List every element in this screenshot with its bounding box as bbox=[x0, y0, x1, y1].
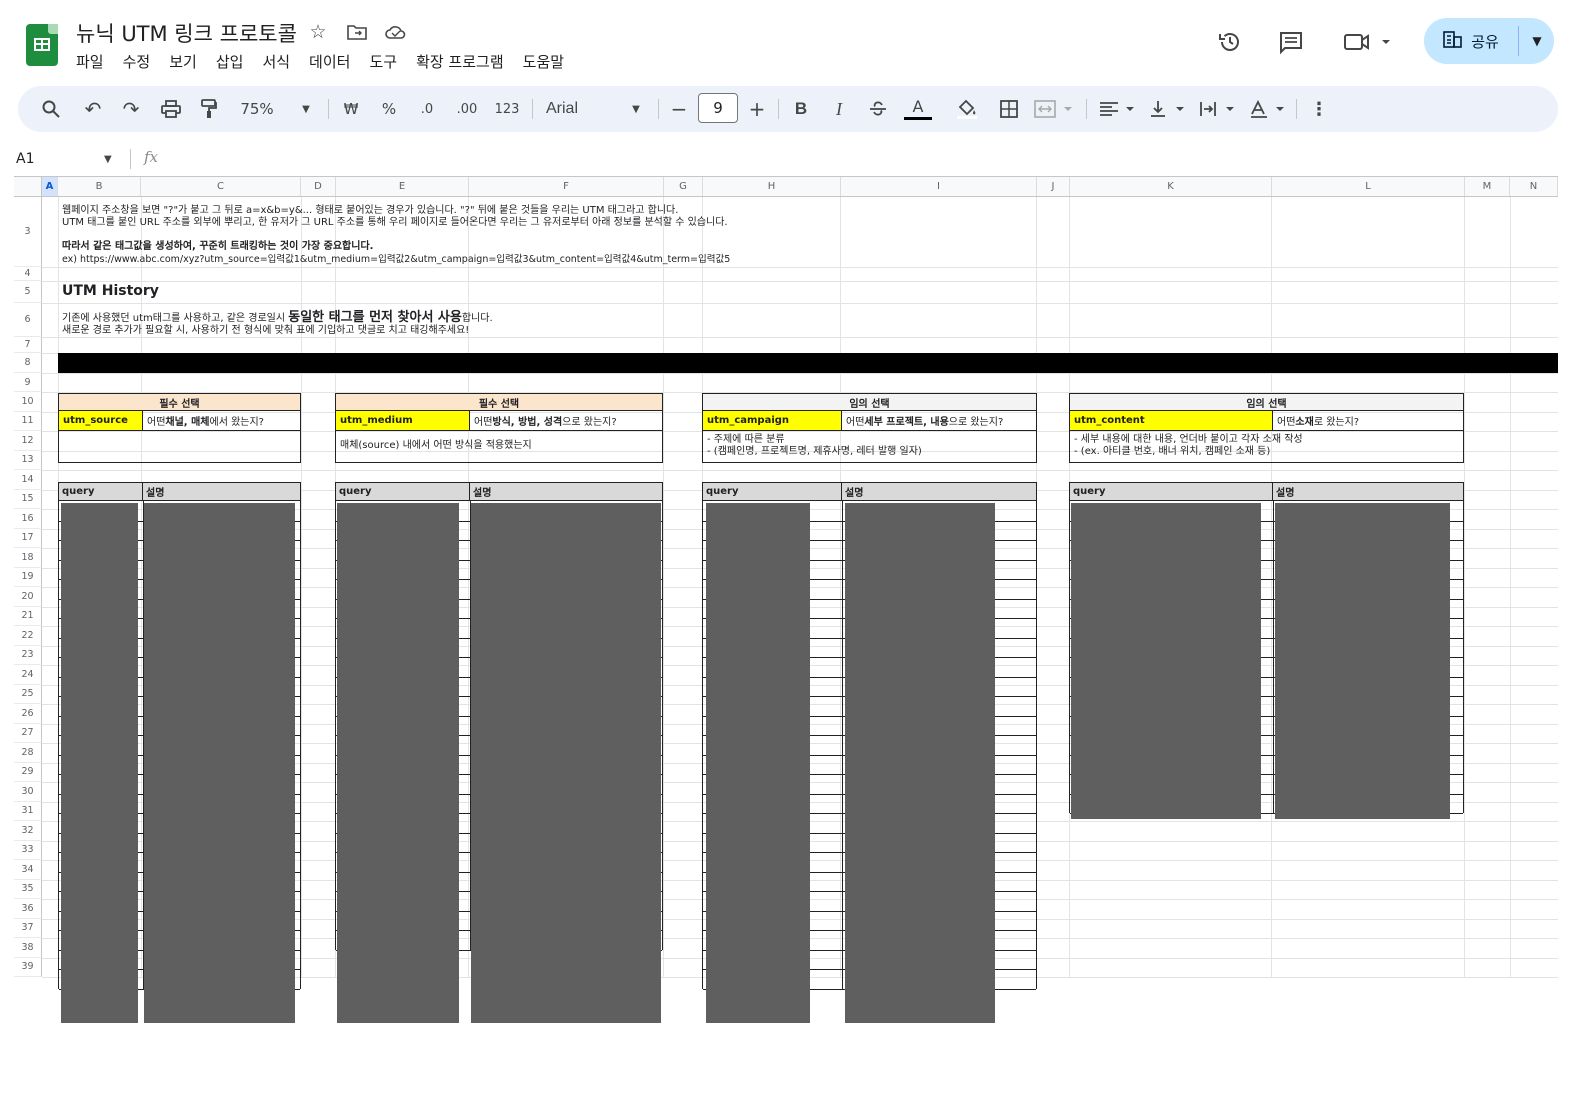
medium-desc-redacted-block bbox=[471, 503, 661, 1023]
content-desc-redacted-block bbox=[1275, 503, 1450, 819]
source-query-redacted-block bbox=[61, 503, 138, 1023]
source-desc-redacted-block bbox=[144, 503, 295, 1023]
content-query-redacted-block bbox=[1071, 503, 1261, 819]
campaign-query-redacted-block bbox=[706, 503, 810, 1023]
query-tables bbox=[0, 0, 1594, 1112]
medium-query-redacted-block bbox=[337, 503, 459, 1023]
campaign-desc-redacted-block bbox=[845, 503, 995, 1023]
